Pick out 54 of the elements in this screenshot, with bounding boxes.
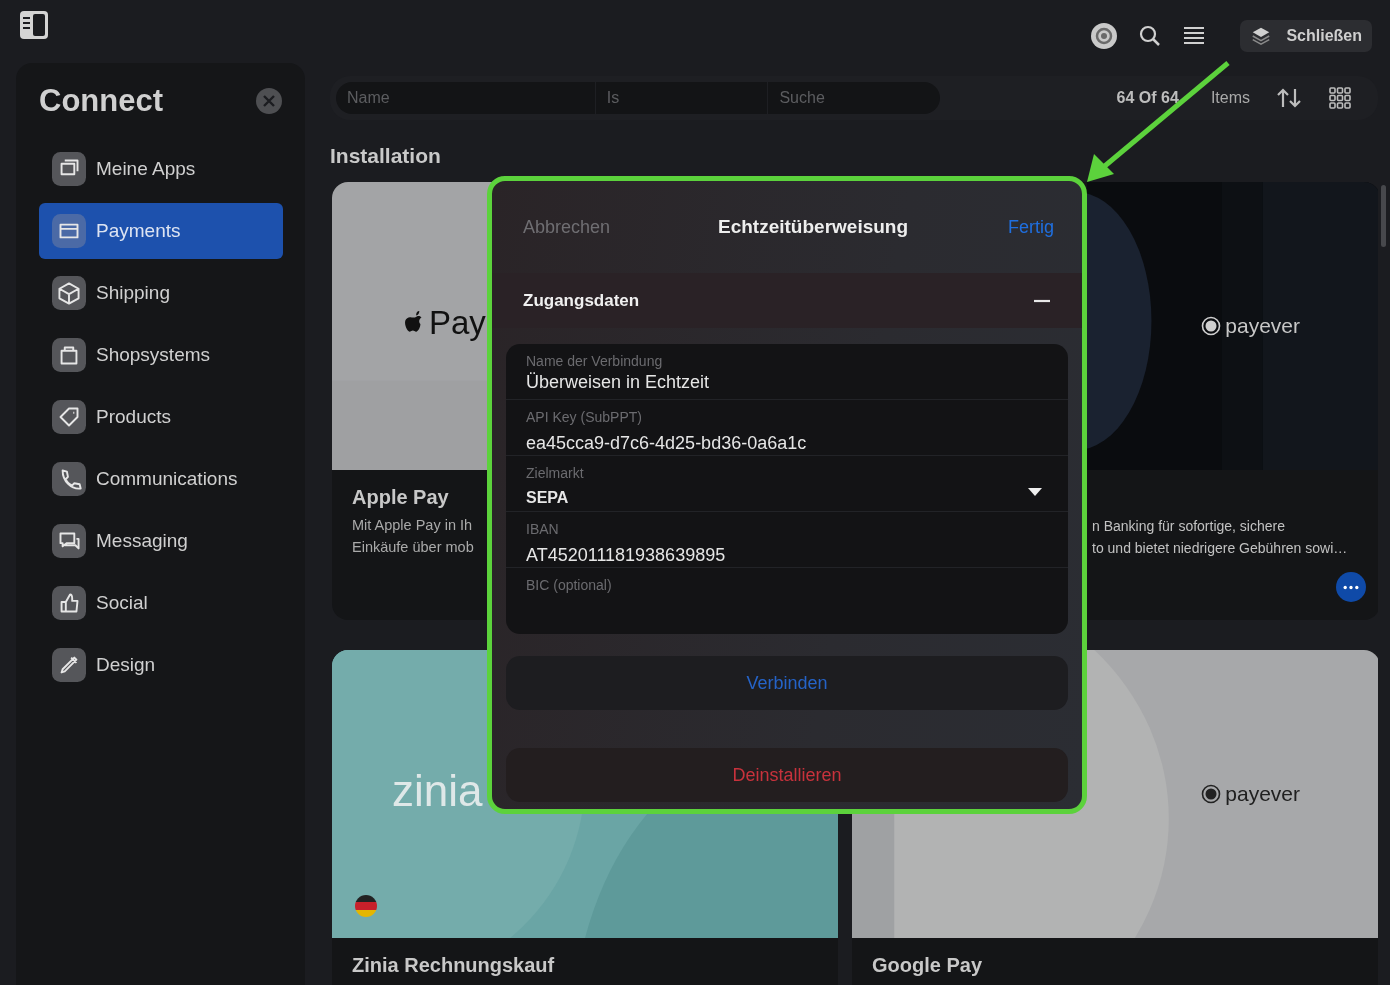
card-description: Mit Apple Pay in Ih [352, 517, 473, 533]
column-filter-field[interactable]: Suche [768, 82, 940, 114]
app-category-icon [52, 586, 86, 620]
card-title: Apple Pay [352, 486, 449, 509]
input-field[interactable]: IBAN AT452011181938639895 [506, 512, 1068, 568]
app-category-icon [52, 400, 86, 434]
input-field[interactable]: Zielmarkt SEPA [506, 456, 1068, 512]
sort-icon[interactable] [1276, 86, 1302, 110]
german-flag-icon [354, 894, 378, 918]
sidebar-item[interactable]: Messaging [39, 513, 283, 569]
column-filter-field[interactable]: Is [595, 82, 768, 114]
app-category-icon [52, 462, 86, 496]
close-button[interactable]: Schließen [1240, 20, 1372, 52]
logo-text: Pay [429, 304, 486, 342]
card-description: Einkäufe über mob [352, 539, 474, 555]
logo-text: payever [1225, 782, 1300, 806]
logo-text: zinia [392, 766, 483, 816]
input-field[interactable]: Name der Verbindung Überweisen in Echtzeit [506, 344, 1068, 400]
app-category-icon [52, 524, 86, 558]
dots-icon [1342, 584, 1360, 590]
sidebar-toggle-icon[interactable] [18, 9, 50, 41]
layers-icon [1250, 25, 1273, 47]
section-heading: Installation [330, 144, 442, 168]
more-button[interactable] [1336, 572, 1366, 602]
app-category-icon [52, 152, 86, 186]
caret-icon [1028, 488, 1042, 496]
sidebar-item[interactable]: Shipping [39, 265, 283, 321]
sidebar-item[interactable]: Meine Apps [39, 141, 283, 197]
app-category-icon [52, 276, 86, 310]
profile-icon[interactable] [1090, 22, 1119, 50]
sidebar-item[interactable]: Products [39, 389, 283, 445]
grid-view-icon[interactable] [1328, 86, 1352, 110]
sidebar-title: Connect [39, 83, 163, 119]
scrollbar[interactable] [1381, 185, 1386, 247]
card-description: n Banking für sofortige, sichere [1092, 518, 1285, 534]
sidebar-item[interactable]: Social [39, 575, 283, 631]
app-category-icon [52, 214, 86, 248]
app-category-icon [52, 648, 86, 682]
ring-logo-icon [1201, 316, 1222, 336]
column-filter-field[interactable]: Name [336, 82, 595, 114]
section-title: Zugangsdaten [523, 290, 640, 311]
sidebar-item[interactable]: Payments [39, 203, 283, 259]
logo-text: payever [1225, 314, 1300, 338]
item-count-label: Items [1210, 89, 1250, 107]
sidebar-item[interactable]: Shopsystems [39, 327, 283, 383]
card-title: Zinia Rechnungskauf [352, 954, 555, 977]
item-count: 64 Of 64 [1116, 89, 1179, 107]
sidebar-item[interactable]: Communications [39, 451, 283, 507]
app-category-icon [52, 338, 86, 372]
ring-logo-icon [1201, 784, 1222, 804]
card-title: Google Pay [872, 954, 983, 977]
card-description: to und bietet niedrigere Gebühren sowi… [1092, 540, 1348, 556]
sidebar-item[interactable]: Design [39, 637, 283, 693]
input-field[interactable]: API Key (SubPPT) ea45cca9-d7c6-4d25-bd36-0a6a1c [506, 400, 1068, 456]
